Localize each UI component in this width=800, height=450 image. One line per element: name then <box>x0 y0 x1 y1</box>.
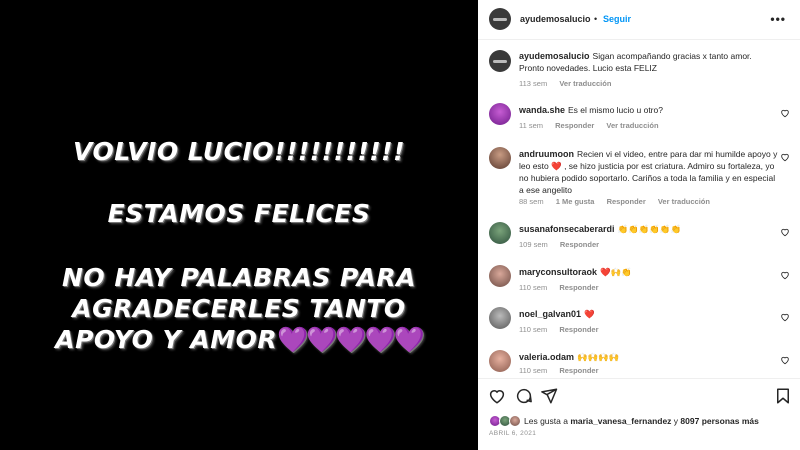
likes-user[interactable]: maria_vanesa_fernandez <box>570 416 671 426</box>
header-dot: • <box>594 14 598 24</box>
comment-avatar[interactable] <box>489 147 511 169</box>
post-side-panel: ayudemosalucio • Seguir ••• ayudemosaluc… <box>478 0 800 450</box>
likes-prefix: Les gusta a <box>524 416 571 426</box>
heart-icon[interactable] <box>780 270 790 280</box>
share-icon[interactable] <box>540 387 558 405</box>
comment-text-wrap: noel_galvan01 ❤️ <box>519 308 779 320</box>
heart-icon[interactable] <box>780 227 790 237</box>
follow-button[interactable]: Seguir <box>603 14 631 24</box>
comment-time[interactable]: 110 sem <box>519 325 547 334</box>
comment-text: ❤️ <box>584 309 595 319</box>
header-username[interactable]: ayudemosalucio <box>520 14 591 24</box>
caption-translate-link[interactable]: Ver traducción <box>559 79 611 88</box>
heart-icon[interactable] <box>488 387 506 405</box>
reply-button[interactable]: Responder <box>559 283 598 292</box>
comment-text: 👏👏👏👏👏👏 <box>617 224 682 234</box>
comment-meta: 11 sem Responder Ver traducción <box>519 121 669 130</box>
reply-button[interactable]: Responder <box>559 366 598 375</box>
comment-avatar[interactable] <box>489 103 511 125</box>
reply-button[interactable]: Responder <box>607 197 646 206</box>
media-text-line3c-wrap: APOYO Y AMOR💜💜💜💜💜 <box>0 324 478 355</box>
more-options-icon[interactable]: ••• <box>770 12 786 26</box>
comment-username[interactable]: andruumoon <box>519 149 574 159</box>
comment-text-wrap: valeria.odam 🙌🙌🙌🙌 <box>519 351 779 363</box>
comment-text: Es el mismo lucio u otro? <box>568 105 663 115</box>
comment-text: ❤️🙌👏 <box>600 267 632 277</box>
caption-username[interactable]: ayudemosalucio <box>519 51 590 61</box>
media-text-line2: ESTAMOS FELICES <box>107 199 371 228</box>
comment-meta: 110 sem Responder <box>519 283 609 292</box>
translate-link[interactable]: Ver traducción <box>606 121 658 130</box>
liker-avatar[interactable] <box>509 415 521 427</box>
likes-summary: Les gusta a maria_vanesa_fernandez y 809… <box>524 416 759 426</box>
likes-count[interactable]: 8097 personas más <box>680 416 758 426</box>
comment-text-wrap: wanda.she Es el mismo lucio u otro? <box>519 104 779 116</box>
comment-username[interactable]: susanafonsecaberardi <box>519 224 615 234</box>
comment-time[interactable]: 88 sem <box>519 197 544 206</box>
comment-avatar[interactable] <box>489 265 511 287</box>
media-text-line3c: APOYO Y AMOR <box>55 325 278 354</box>
caption-text-wrap: ayudemosalucio Sigan acompañando gracias … <box>519 50 779 74</box>
comment-avatar[interactable] <box>489 307 511 329</box>
bookmark-icon[interactable] <box>774 387 792 405</box>
comment-time[interactable]: 110 sem <box>519 366 547 375</box>
post-header: ayudemosalucio • Seguir ••• <box>478 0 800 40</box>
caption-time[interactable]: 113 sem <box>519 79 547 88</box>
comment-icon[interactable] <box>515 387 533 405</box>
comment-time[interactable]: 109 sem <box>519 240 548 249</box>
avatar[interactable] <box>489 8 511 30</box>
reply-button[interactable]: Responder <box>560 240 599 249</box>
heart-icon[interactable] <box>780 312 790 322</box>
comment-username[interactable]: wanda.she <box>519 105 565 115</box>
comment-meta: 110 sem Responder <box>519 366 609 375</box>
media-text-line3b: AGRADECERLES TANTO <box>72 294 406 323</box>
comment-time[interactable]: 11 sem <box>519 121 543 130</box>
media-text-block: NO HAY PALABRAS PARA AGRADECERLES TANTO … <box>0 262 478 355</box>
media-text-line3a: NO HAY PALABRAS PARA <box>61 263 417 292</box>
comment-text: 🙌🙌🙌🙌 <box>577 352 620 362</box>
comment-username[interactable]: maryconsultoraok <box>519 267 597 277</box>
comment-meta: 110 sem Responder <box>519 325 609 334</box>
comment-meta: 109 sem Responder <box>519 240 609 249</box>
comment-likes[interactable]: 1 Me gusta <box>556 197 595 206</box>
comment-avatar[interactable] <box>489 350 511 372</box>
reply-button[interactable]: Responder <box>559 325 598 334</box>
heart-icon[interactable] <box>780 152 790 162</box>
action-bar: Les gusta a maria_vanesa_fernandez y 809… <box>478 378 800 450</box>
post-media[interactable]: VOLVIO LUCIO!!!!!!!!!!! ESTAMOS FELICES … <box>0 0 478 450</box>
comment-text-wrap: susanafonsecaberardi 👏👏👏👏👏👏 <box>519 223 779 235</box>
comment-time[interactable]: 110 sem <box>519 283 547 292</box>
comment-avatar[interactable] <box>489 222 511 244</box>
comment-text-wrap: andruumoon Recien vi el video, entre para… <box>519 148 781 196</box>
comment-text-wrap: maryconsultoraok ❤️🙌👏 <box>519 266 779 278</box>
heart-icon[interactable] <box>780 355 790 365</box>
caption-meta: 113 sem Ver traducción <box>519 79 621 88</box>
comment-username[interactable]: noel_galvan01 <box>519 309 581 319</box>
comment-meta: 88 sem 1 Me gusta Responder Ver traducci… <box>519 197 720 206</box>
post-date[interactable]: ABRIL 6, 2021 <box>489 430 536 437</box>
media-text-line1: VOLVIO LUCIO!!!!!!!!!!! <box>73 137 405 166</box>
comment-username[interactable]: valeria.odam <box>519 352 574 362</box>
heart-icon[interactable] <box>780 108 790 118</box>
caption-avatar[interactable] <box>489 50 511 72</box>
reply-button[interactable]: Responder <box>555 121 594 130</box>
translate-link[interactable]: Ver traducción <box>658 197 710 206</box>
purple-hearts: 💜💜💜💜💜 <box>277 325 425 354</box>
